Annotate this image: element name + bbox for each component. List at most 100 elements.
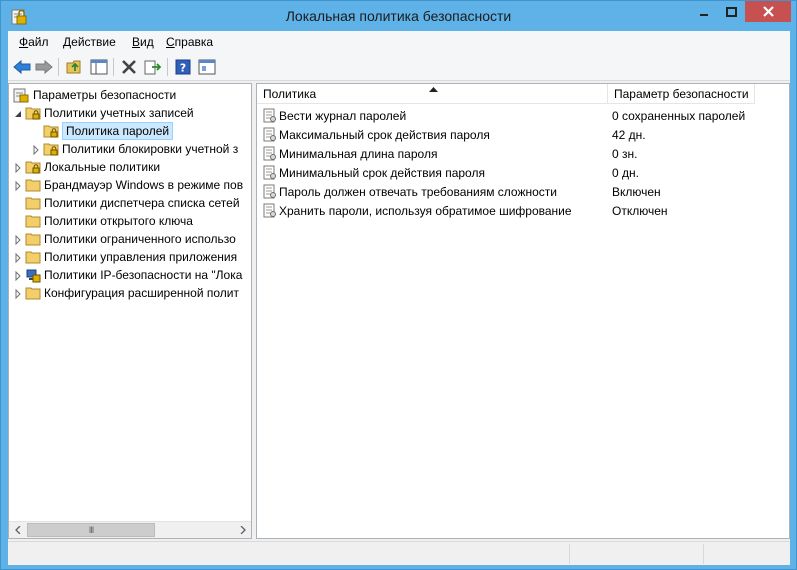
tree-root-label: Параметры безопасности: [33, 88, 177, 102]
policy-setting-icon: [263, 146, 277, 161]
show-hide-tree-button[interactable]: [88, 57, 110, 77]
policy-setting-icon: [263, 203, 277, 218]
tree-item[interactable]: Политика паролей: [9, 122, 251, 140]
policy-setting-icon: [263, 108, 277, 123]
policy-name: Максимальный срок действия пароля: [279, 128, 490, 142]
tree-pane: Параметры безопасности Политики учетных …: [8, 83, 252, 539]
status-bar: [8, 541, 790, 565]
status-panel-1: [569, 544, 703, 564]
collapsed-arrow-icon[interactable]: [13, 162, 23, 174]
collapsed-arrow-icon[interactable]: [13, 180, 23, 192]
collapsed-arrow-icon[interactable]: [13, 234, 23, 246]
tree-item[interactable]: Конфигурация расширенной полит: [9, 284, 251, 302]
folder-icon: [25, 231, 41, 247]
title-bar[interactable]: Локальная политика безопасности: [1, 1, 796, 31]
policy-name: Пароль должен отвечать требованиям сложн…: [279, 185, 557, 199]
list-pane: Политика Параметр безопасности Вести жур…: [256, 83, 790, 539]
delete-button[interactable]: [118, 57, 140, 77]
ip-security-icon: [25, 267, 41, 283]
folder-icon: [25, 285, 41, 301]
minimize-button[interactable]: [691, 1, 717, 22]
policy-value: Отключен: [612, 204, 668, 218]
list-item[interactable]: Минимальная длина пароля 0 зн.: [257, 144, 789, 163]
security-settings-icon: [13, 87, 29, 103]
scroll-grip: III: [88, 525, 94, 535]
forward-icon: [35, 60, 53, 74]
maximize-icon: [725, 6, 737, 17]
list-item[interactable]: Максимальный срок действия пароля 42 дн.: [257, 125, 789, 144]
forward-button[interactable]: [33, 57, 55, 77]
svg-text:?: ?: [180, 62, 186, 75]
policy-setting-icon: [263, 127, 277, 142]
tree-item[interactable]: Политики блокировки учетной з: [9, 140, 251, 158]
menu-file[interactable]: Файл: [19, 35, 49, 49]
policy-name: Минимальная длина пароля: [279, 147, 438, 161]
tree-item[interactable]: Политики открытого ключа: [9, 212, 251, 230]
collapsed-arrow-icon[interactable]: [13, 270, 23, 282]
delete-icon: [122, 60, 136, 74]
back-button[interactable]: [11, 57, 33, 77]
tree-item[interactable]: Брандмауэр Windows в режиме пов: [9, 176, 251, 194]
tree-item[interactable]: Политики учетных записей: [9, 104, 251, 122]
lock-folder-icon: [25, 159, 41, 175]
window-title: Локальная политика безопасности: [285, 8, 512, 24]
list-item[interactable]: Минимальный срок действия пароля 0 дн.: [257, 163, 789, 182]
help-button[interactable]: ?: [172, 57, 194, 77]
tree-horizontal-scrollbar[interactable]: III: [9, 521, 251, 538]
properties-button[interactable]: [196, 57, 218, 77]
list-item[interactable]: Пароль должен отвечать требованиям сложн…: [257, 182, 789, 201]
lock-folder-icon: [25, 105, 41, 121]
menu-view[interactable]: Вид: [132, 35, 154, 49]
client-area: Файл Действие Вид Справка ? Параметры бе…: [8, 31, 790, 565]
collapsed-arrow-icon[interactable]: [13, 288, 23, 300]
tree-item[interactable]: Локальные политики: [9, 158, 251, 176]
export-list-button[interactable]: [142, 57, 164, 77]
toolbar: ?: [8, 53, 790, 81]
folder-icon: [25, 177, 41, 193]
expanded-arrow-icon[interactable]: [13, 108, 23, 118]
tree-item-label: Политики IP-безопасности на "Лока: [44, 268, 243, 282]
chevron-right-icon: [240, 526, 246, 534]
lock-folder-icon: [43, 123, 59, 139]
tree-item-label: Политики блокировки учетной з: [62, 142, 239, 156]
scroll-thumb[interactable]: III: [27, 523, 155, 537]
close-icon: [762, 6, 774, 17]
menu-help[interactable]: Справка: [166, 35, 213, 49]
tree-item[interactable]: Политики диспетчера списка сетей: [9, 194, 251, 212]
column-header-setting[interactable]: Параметр безопасности: [608, 84, 755, 104]
menu-action[interactable]: Действие: [63, 35, 116, 49]
tree-root[interactable]: Параметры безопасности: [9, 86, 251, 104]
tree-item-label: Локальные политики: [44, 160, 161, 174]
tree-item-label: Конфигурация расширенной полит: [44, 286, 239, 300]
tree-item[interactable]: Политики управления приложения: [9, 248, 251, 266]
sort-ascending-icon: [429, 87, 438, 92]
scroll-right-button[interactable]: [234, 522, 251, 538]
chevron-left-icon: [14, 526, 20, 534]
show-hide-tree-icon: [90, 59, 108, 75]
column-header-policy[interactable]: Политика: [257, 84, 608, 104]
tree-item-label: Политики ограниченного использо: [44, 232, 236, 246]
tree-item-label: Брандмауэр Windows в режиме пов: [44, 178, 244, 192]
policy-name: Минимальный срок действия пароля: [279, 166, 485, 180]
column-header-policy-label: Политика: [263, 87, 317, 101]
collapsed-arrow-icon[interactable]: [13, 252, 23, 264]
maximize-button[interactable]: [718, 1, 744, 22]
tree-item[interactable]: Политики ограниченного использо: [9, 230, 251, 248]
tree-item-label: Политики диспетчера списка сетей: [44, 196, 240, 210]
folder-icon: [25, 213, 41, 229]
export-list-icon: [144, 60, 162, 75]
folder-icon: [25, 249, 41, 265]
column-header-setting-label: Параметр безопасности: [614, 87, 749, 101]
policy-value: 0 зн.: [612, 147, 638, 161]
status-panel-2: [703, 544, 790, 564]
policy-setting-icon: [263, 165, 277, 180]
list-item[interactable]: Хранить пароли, используя обратимое шифр…: [257, 201, 789, 220]
policy-name: Хранить пароли, используя обратимое шифр…: [279, 204, 572, 218]
up-folder-icon: [66, 60, 81, 74]
collapsed-arrow-icon[interactable]: [31, 144, 41, 156]
tree-item[interactable]: Политики IP-безопасности на "Лока: [9, 266, 251, 284]
list-item[interactable]: Вести журнал паролей 0 сохраненных пароле…: [257, 106, 789, 125]
close-button[interactable]: [745, 1, 791, 22]
scroll-left-button[interactable]: [9, 522, 26, 538]
up-folder-button[interactable]: [64, 57, 86, 77]
